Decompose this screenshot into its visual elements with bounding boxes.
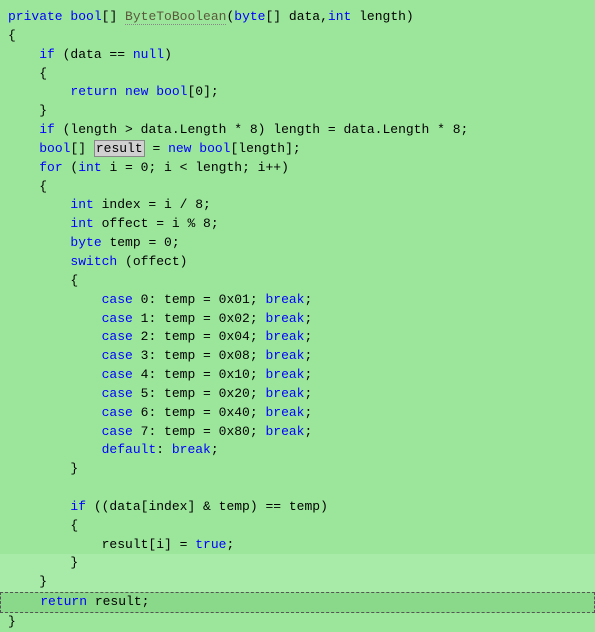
code-line-24: default: break; xyxy=(8,441,587,460)
keyword-bool: bool xyxy=(39,141,70,156)
code-line-7: if (length > data.Length * 8) length = d… xyxy=(8,121,587,140)
code-line-31: } xyxy=(0,573,595,592)
keyword-new: new xyxy=(168,141,191,156)
keyword-default: default xyxy=(102,442,157,457)
keyword-byte: byte xyxy=(234,9,265,24)
keyword-case: case xyxy=(102,292,133,307)
code-line-32-return: return result; xyxy=(0,592,595,613)
code-line-25: } xyxy=(8,460,587,479)
code-line-22: case 6: temp = 0x40; break; xyxy=(8,404,587,423)
keyword-case: case xyxy=(102,348,133,363)
keyword-if: if xyxy=(70,499,86,514)
keyword-true: true xyxy=(195,537,226,552)
code-line-8: bool[] result = new bool[length]; xyxy=(8,140,587,159)
code-line-11: int index = i / 8; xyxy=(8,196,587,215)
code-line-28: { xyxy=(8,517,587,536)
code-line-27: if ((data[index] & temp) == temp) xyxy=(8,498,587,517)
keyword-byte: byte xyxy=(70,235,101,250)
keyword-break: break xyxy=(265,367,304,382)
keyword-case: case xyxy=(102,311,133,326)
code-line-12: int offect = i % 8; xyxy=(8,215,587,234)
keyword-break: break xyxy=(265,348,304,363)
code-line-10: { xyxy=(8,178,587,197)
code-line-15: { xyxy=(8,272,587,291)
code-line-19: case 3: temp = 0x08; break; xyxy=(8,347,587,366)
keyword-switch: switch xyxy=(70,254,117,269)
keyword-break: break xyxy=(265,424,304,439)
keyword-case: case xyxy=(102,424,133,439)
code-line-26 xyxy=(8,479,587,498)
code-line-1: private bool[] ByteToBoolean(byte[] data… xyxy=(8,8,587,27)
keyword-int: int xyxy=(70,216,93,231)
keyword-case: case xyxy=(102,405,133,420)
keyword-bool: bool xyxy=(70,9,101,24)
keyword-int: int xyxy=(70,197,93,212)
code-line-6: } xyxy=(8,102,587,121)
keyword-null: null xyxy=(133,47,164,62)
keyword-break: break xyxy=(265,405,304,420)
code-line-17: case 1: temp = 0x02; break; xyxy=(8,310,587,329)
keyword-return: return xyxy=(40,594,87,609)
keyword-break: break xyxy=(265,311,304,326)
keyword-break: break xyxy=(265,329,304,344)
keyword-bool: bool xyxy=(156,84,187,99)
code-line-33: } xyxy=(8,613,587,632)
keyword-if: if xyxy=(39,122,55,137)
keyword-bool: bool xyxy=(199,141,230,156)
code-line-5: return new bool[0]; xyxy=(8,83,587,102)
keyword-int: int xyxy=(328,9,351,24)
keyword-break: break xyxy=(172,442,211,457)
code-line-20: case 4: temp = 0x10; break; xyxy=(8,366,587,385)
code-line-29: result[i] = true; xyxy=(8,536,587,555)
code-line-23: case 7: temp = 0x80; break; xyxy=(8,423,587,442)
keyword-for: for xyxy=(39,160,62,175)
variable-result: result xyxy=(94,140,145,157)
code-line-2: { xyxy=(8,27,587,46)
keyword-case: case xyxy=(102,329,133,344)
code-line-14: switch (offect) xyxy=(8,253,587,272)
code-line-4: { xyxy=(8,65,587,84)
code-line-16: case 0: temp = 0x01; break; xyxy=(8,291,587,310)
code-line-21: case 5: temp = 0x20; break; xyxy=(8,385,587,404)
code-line-30: } xyxy=(0,554,595,573)
code-line-13: byte temp = 0; xyxy=(8,234,587,253)
keyword-case: case xyxy=(102,367,133,382)
code-line-18: case 2: temp = 0x04; break; xyxy=(8,328,587,347)
keyword-case: case xyxy=(102,386,133,401)
keyword-break: break xyxy=(265,292,304,307)
keyword-int: int xyxy=(78,160,101,175)
keyword-private: private xyxy=(8,9,63,24)
code-line-9: for (int i = 0; i < length; i++) xyxy=(8,159,587,178)
keyword-new: new xyxy=(125,84,148,99)
keyword-if: if xyxy=(39,47,55,62)
keyword-return: return xyxy=(70,84,117,99)
keyword-break: break xyxy=(265,386,304,401)
method-name: ByteToBoolean xyxy=(125,9,226,25)
code-line-3: if (data == null) xyxy=(8,46,587,65)
